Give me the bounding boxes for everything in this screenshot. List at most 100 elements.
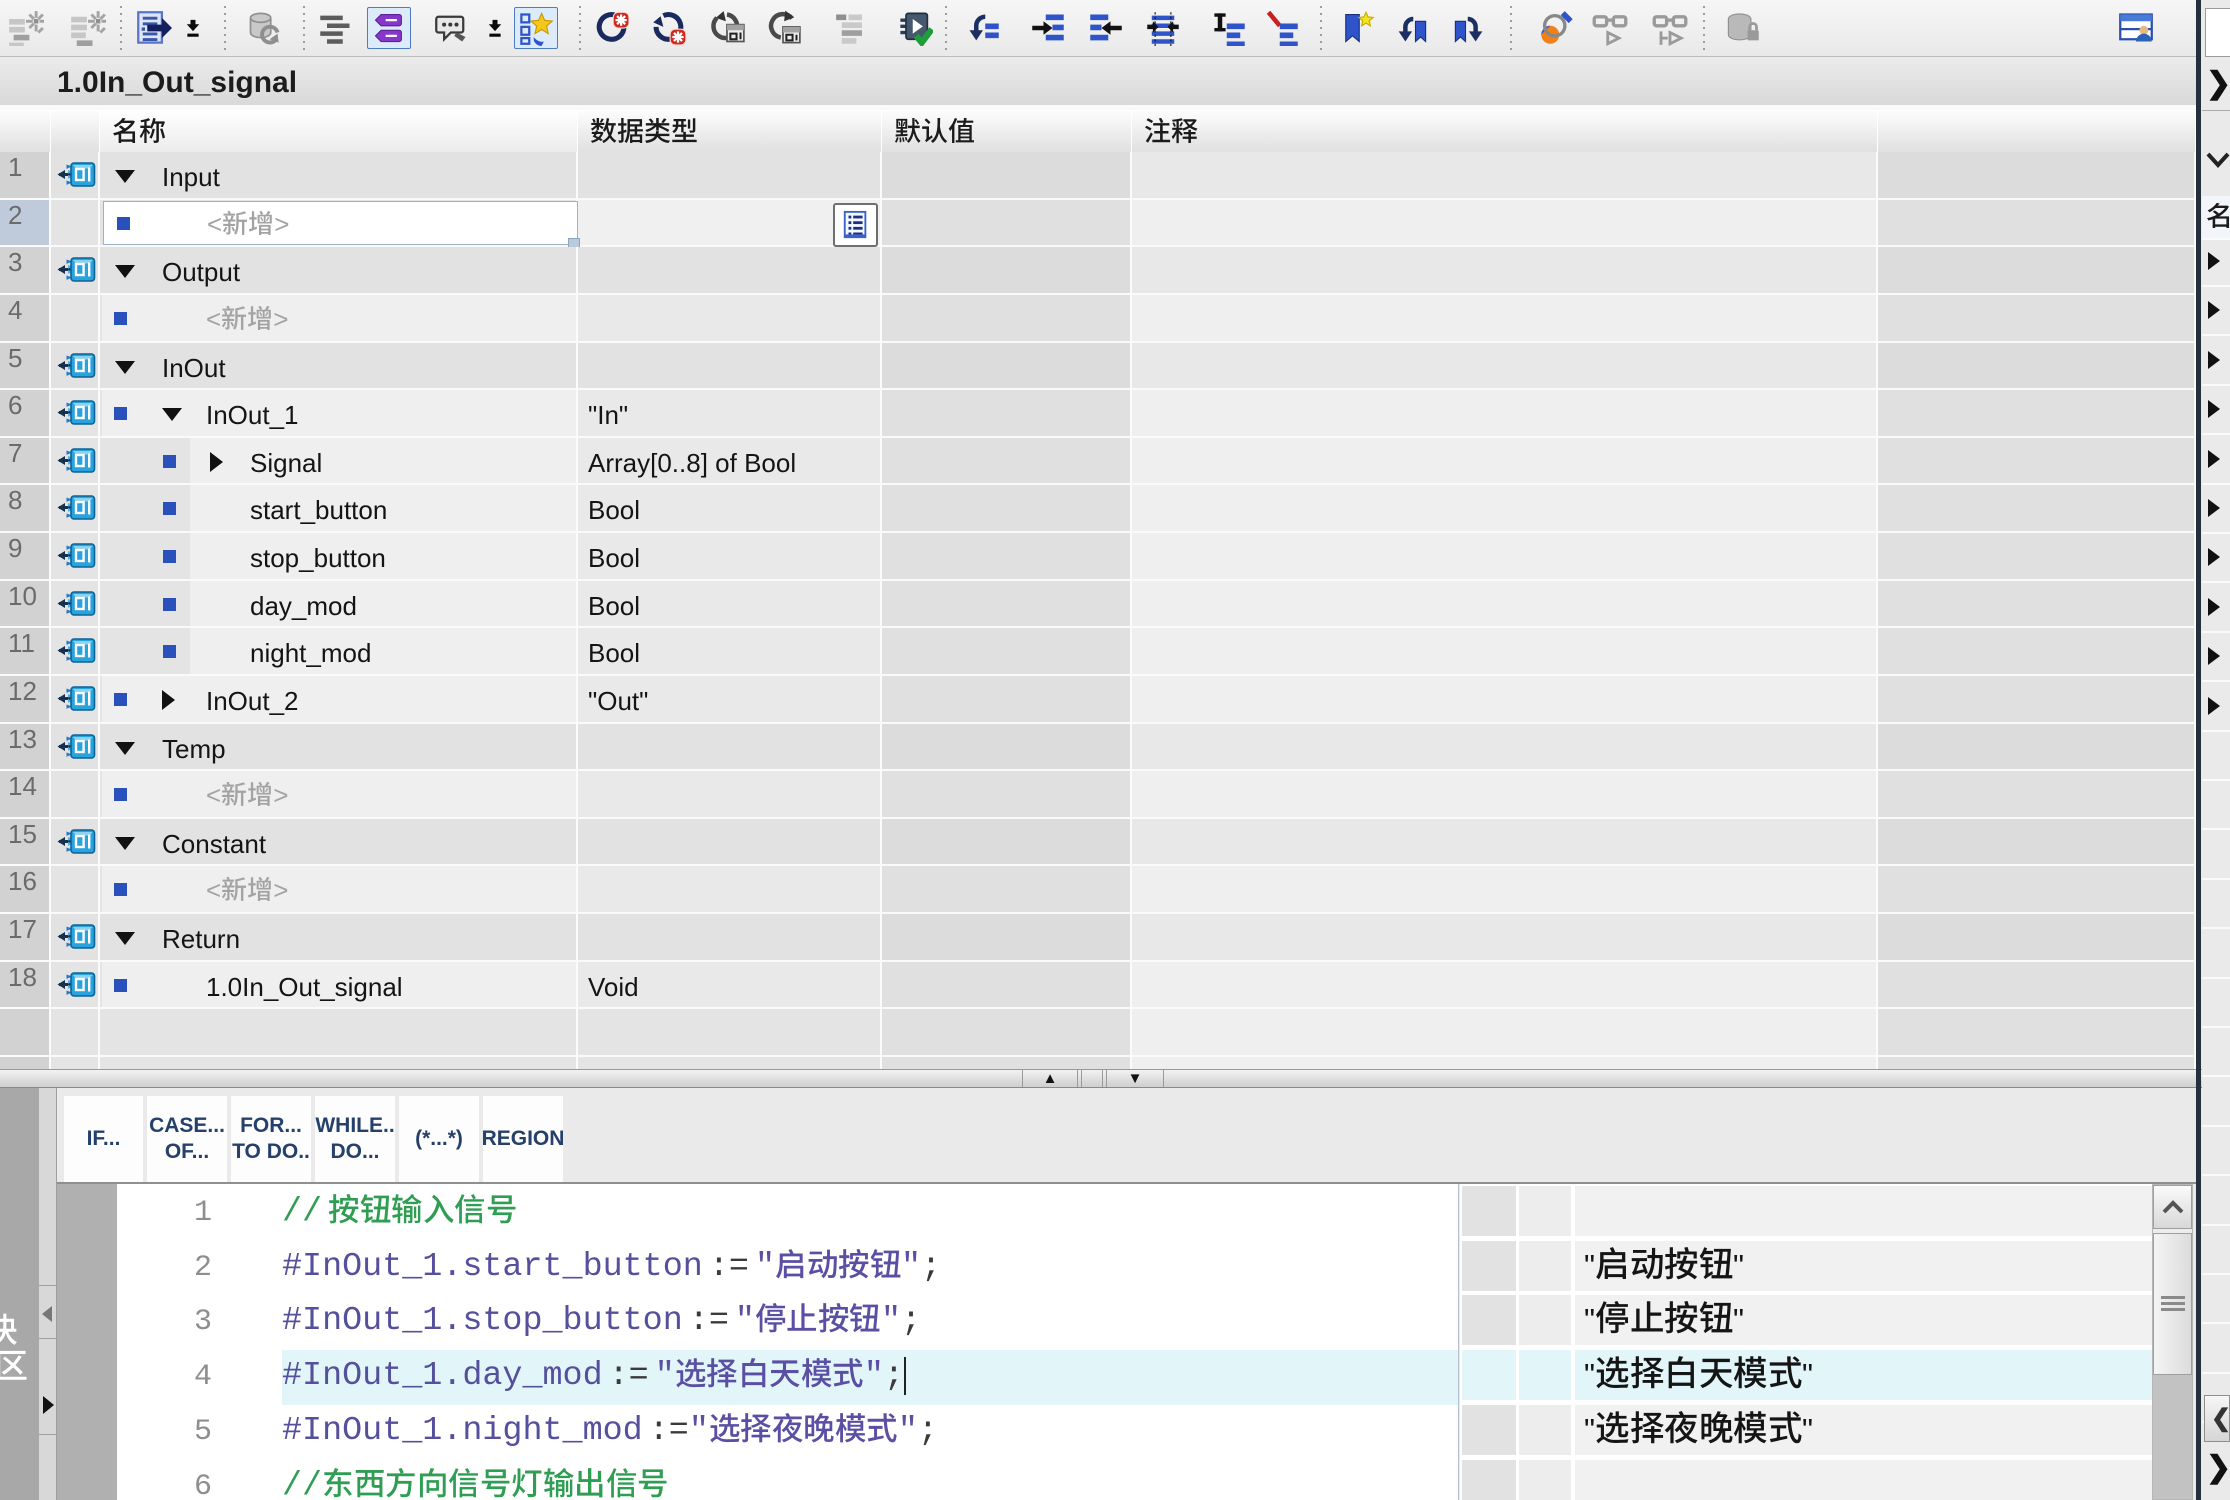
tree-expander[interactable] [2208, 301, 2220, 319]
indent-button[interactable] [1026, 7, 1070, 49]
member-expander[interactable] [162, 408, 182, 421]
code-scrollbar[interactable] [2152, 1184, 2193, 1500]
tree-row[interactable] [2202, 536, 2230, 583]
tree-row[interactable] [2202, 882, 2230, 929]
datatype-combo-button[interactable] [833, 203, 878, 247]
table-row[interactable]: 17Return [0, 914, 2196, 960]
absolute-operands-button[interactable] [314, 7, 358, 49]
goto-previous-button[interactable] [961, 7, 1005, 49]
snippet-button-fortodo[interactable]: FOR... TO DO.. [231, 1096, 311, 1182]
table-row[interactable]: 10day_modBool [0, 581, 2196, 626]
tree-row[interactable] [2202, 438, 2230, 485]
tree-row[interactable] [2202, 1129, 2230, 1176]
left-splitter-strip[interactable] [39, 1088, 57, 1500]
name-edit-box[interactable]: <> [103, 201, 578, 245]
tree-expander[interactable] [2208, 450, 2220, 468]
insert-row-button[interactable] [4, 7, 48, 49]
tree-row[interactable] [2202, 1030, 2230, 1077]
table-row[interactable]: 3Output [0, 247, 2196, 293]
table-row[interactable]: 181.0In_Out_signalVoid [0, 962, 2196, 1007]
table-row[interactable]: 14<> [0, 771, 2196, 817]
code-line[interactable]: 1// [117, 1186, 1458, 1241]
code-line[interactable]: 5#InOut_1.night_mod :=""; [117, 1405, 1458, 1460]
favorites-button[interactable] [514, 7, 558, 49]
next-bookmark-button[interactable] [1448, 7, 1492, 49]
tree-expander[interactable] [2208, 252, 2220, 270]
open-all-blocks-button[interactable] [132, 7, 176, 49]
section-expander[interactable] [115, 932, 135, 945]
column-header[interactable] [100, 110, 578, 152]
tree-row[interactable] [2202, 833, 2230, 880]
scl-code-editor[interactable]: 1// 2#InOut_1.start_button := "";3#InOut… [117, 1184, 1459, 1500]
snippet-button-region[interactable]: REGION [483, 1096, 563, 1182]
tree-row[interactable] [2202, 932, 2230, 979]
section-expander[interactable] [115, 265, 135, 278]
tree-row[interactable] [2202, 1080, 2230, 1127]
table-row[interactable]: 13Temp [0, 724, 2196, 769]
tree-expander[interactable] [2208, 499, 2220, 517]
collapse-left-arrow[interactable] [42, 1306, 52, 1322]
tree-row[interactable] [2202, 734, 2230, 781]
window-split-button[interactable] [2114, 7, 2158, 49]
scroll-up-button[interactable] [2153, 1185, 2192, 1229]
scroll-left-button[interactable]: ❮ [2204, 1395, 2230, 1442]
add-row-button[interactable] [66, 7, 110, 49]
update-block-call-button[interactable] [705, 7, 749, 49]
keep-actual-values-split-button[interactable] [180, 7, 206, 49]
left-collapsed-panel[interactable] [0, 1088, 39, 1500]
collapse-down-button[interactable]: ▼ [1106, 1070, 1164, 1087]
comments-button[interactable] [430, 7, 474, 49]
tree-row[interactable] [2202, 1228, 2230, 1275]
section-expander[interactable] [115, 742, 135, 755]
tree-expander[interactable] [2208, 647, 2220, 665]
toggle-columns-button[interactable] [1141, 7, 1185, 49]
tree-expander[interactable] [2208, 697, 2220, 715]
outdent-button[interactable] [1084, 7, 1128, 49]
code-line[interactable]: 3#InOut_1.stop_button := ""; [117, 1295, 1458, 1350]
tree-row[interactable] [2202, 1327, 2230, 1374]
comments-split-button[interactable] [482, 7, 508, 49]
tree-row[interactable] [2202, 289, 2230, 336]
set-bookmark-button[interactable] [1335, 7, 1379, 49]
snippet-button-caseof[interactable]: CASE... OF... [147, 1096, 227, 1182]
member-expander[interactable] [162, 690, 175, 710]
tree-row[interactable] [2202, 487, 2230, 534]
table-row[interactable]: 9stop_buttonBool [0, 533, 2196, 579]
scroll-thumb[interactable] [2153, 1233, 2192, 1375]
instructions-panel-sliver[interactable]: ❯❮❯ [2202, 0, 2230, 1500]
snapshot-button[interactable] [1721, 7, 1765, 49]
table-row[interactable]: 15Constant [0, 819, 2196, 864]
scroll-track-lower[interactable] [2153, 1375, 2192, 1499]
previous-bookmark-button[interactable] [1389, 7, 1433, 49]
table-row[interactable]: 7SignalArray[0..8] of Bool [0, 438, 2196, 483]
monitor-selection-button[interactable] [1648, 7, 1692, 49]
tree-row[interactable] [2202, 388, 2230, 435]
table-row[interactable]: 11night_modBool [0, 628, 2196, 674]
section-expander[interactable] [115, 170, 135, 183]
tree-row[interactable] [2202, 586, 2230, 633]
tree-row[interactable] [2202, 635, 2230, 682]
horizontal-splitter[interactable]: ▲▼ [0, 1069, 2230, 1088]
snippet-button-if[interactable]: IF... [64, 1096, 143, 1182]
table-row[interactable]: 6InOut_1"In" [0, 390, 2196, 436]
collapse-up-button[interactable]: ▲ [1022, 1070, 1078, 1087]
snippet-button-whiledo[interactable]: WHILE.. DO... [315, 1096, 395, 1182]
format-text-button[interactable] [1207, 7, 1251, 49]
code-line[interactable]: 2#InOut_1.start_button := ""; [117, 1241, 1458, 1296]
code-line[interactable]: 4#InOut_1.day_mod := ""; [117, 1350, 1458, 1405]
tree-expander[interactable] [2208, 598, 2220, 616]
tree-row[interactable] [2202, 981, 2230, 1028]
section-expander[interactable] [115, 361, 135, 374]
tree-expander[interactable] [2208, 548, 2220, 566]
tree-row[interactable] [2202, 783, 2230, 830]
column-header[interactable] [1132, 110, 1878, 152]
member-expander[interactable] [210, 452, 223, 472]
tree-row[interactable] [2202, 339, 2230, 386]
table-row[interactable]: 1Input [0, 152, 2196, 198]
tree-expander[interactable] [2208, 351, 2220, 369]
table-row[interactable]: 8start_buttonBool [0, 485, 2196, 531]
table-row[interactable]: 2<> [0, 200, 2196, 245]
tree-row[interactable] [2202, 240, 2230, 287]
consistency-check-button[interactable] [893, 7, 937, 49]
monitor-button[interactable] [1588, 7, 1632, 49]
